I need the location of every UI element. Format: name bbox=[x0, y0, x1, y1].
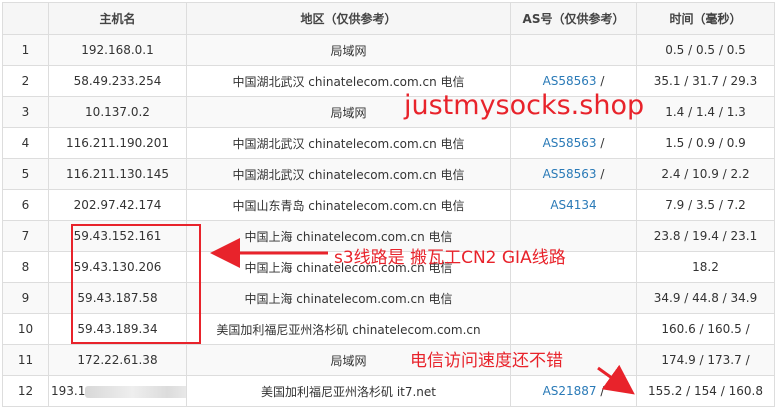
table-row: 12 193.1 美国加利福尼亚州洛杉矶 it7.net AS21887 / 1… bbox=[2, 375, 775, 407]
as-link[interactable]: AS21887 bbox=[543, 384, 597, 398]
hop-region: 中国湖北武汉 chinatelecom.com.cn 电信 bbox=[186, 158, 511, 190]
hop-host: 116.211.130.145 bbox=[48, 158, 187, 190]
traceroute-table: 主机名 地区（仅供参考） AS号（仅供参考） 时间（毫秒） 1 192.168.… bbox=[2, 2, 775, 407]
table-row: 6 202.97.42.174 中国山东青岛 chinatelecom.com.… bbox=[2, 189, 775, 221]
as-separator: / bbox=[596, 74, 605, 88]
hop-index: 3 bbox=[2, 96, 49, 128]
hop-time: 23.8 / 19.4 / 23.1 bbox=[636, 220, 775, 252]
hop-region: 局域网 bbox=[186, 34, 511, 66]
table-row: 1 192.168.0.1 局域网 0.5 / 0.5 / 0.5 bbox=[2, 34, 775, 66]
hop-host-visible: 193.1 bbox=[51, 384, 86, 398]
table-row: 5 116.211.130.145 中国湖北武汉 chinatelecom.co… bbox=[2, 158, 775, 190]
hop-host: 192.168.0.1 bbox=[48, 34, 187, 66]
hop-time: 1.5 / 0.9 / 0.9 bbox=[636, 127, 775, 159]
hop-index: 7 bbox=[2, 220, 49, 252]
highlight-box bbox=[71, 224, 201, 344]
hop-as bbox=[510, 282, 637, 314]
redacted-blur bbox=[85, 385, 186, 398]
hop-time: 1.4 / 1.4 / 1.3 bbox=[636, 96, 775, 128]
as-separator: / bbox=[596, 136, 605, 150]
header-index bbox=[2, 2, 49, 35]
table-header-row: 主机名 地区（仅供参考） AS号（仅供参考） 时间（毫秒） bbox=[2, 2, 775, 35]
hop-host: 172.22.61.38 bbox=[48, 344, 187, 376]
s3-annotation-text: s3线路是 搬瓦工CN2 GIA线路 bbox=[334, 248, 566, 268]
hop-time: 2.4 / 10.9 / 2.2 bbox=[636, 158, 775, 190]
hop-time: 155.2 / 154 / 160.8 bbox=[636, 375, 775, 407]
hop-index: 5 bbox=[2, 158, 49, 190]
hop-index: 2 bbox=[2, 65, 49, 97]
hop-index: 9 bbox=[2, 282, 49, 314]
hop-host: 116.211.190.201 bbox=[48, 127, 187, 159]
header-host: 主机名 bbox=[48, 2, 187, 35]
hop-region: 中国山东青岛 chinatelecom.com.cn 电信 bbox=[186, 189, 511, 221]
hop-time: 18.2 bbox=[636, 251, 775, 283]
hop-as: AS58563 / bbox=[510, 158, 637, 190]
hop-host: 193.1 bbox=[48, 375, 187, 407]
table-row: 4 116.211.190.201 中国湖北武汉 chinatelecom.co… bbox=[2, 127, 775, 159]
hop-time: 7.9 / 3.5 / 7.2 bbox=[636, 189, 775, 221]
hop-time: 35.1 / 31.7 / 29.3 bbox=[636, 65, 775, 97]
hop-region: 美国加利福尼亚州洛杉矶 it7.net bbox=[186, 375, 511, 407]
hop-index: 1 bbox=[2, 34, 49, 66]
hop-host: 202.97.42.174 bbox=[48, 189, 187, 221]
hop-region: 中国湖北武汉 chinatelecom.com.cn 电信 bbox=[186, 127, 511, 159]
hop-host: 58.49.233.254 bbox=[48, 65, 187, 97]
hop-as: AS21887 / bbox=[510, 375, 637, 407]
hop-index: 4 bbox=[2, 127, 49, 159]
as-link[interactable]: AS58563 bbox=[543, 167, 597, 181]
hop-as: AS4134 bbox=[510, 189, 637, 221]
hop-time: 160.6 / 160.5 / bbox=[636, 313, 775, 345]
hop-index: 11 bbox=[2, 344, 49, 376]
as-link[interactable]: AS4134 bbox=[550, 198, 596, 212]
speed-annotation-text: 电信访问速度还不错 bbox=[410, 351, 563, 371]
table-row: 3 10.137.0.2 局域网 1.4 / 1.4 / 1.3 bbox=[2, 96, 775, 128]
hop-host: 10.137.0.2 bbox=[48, 96, 187, 128]
header-region: 地区（仅供参考） bbox=[186, 2, 511, 35]
hop-as bbox=[510, 34, 637, 66]
hop-index: 12 bbox=[2, 375, 49, 407]
hop-as: AS58563 / bbox=[510, 127, 637, 159]
hop-time: 174.9 / 173.7 / bbox=[636, 344, 775, 376]
as-link[interactable]: AS58563 bbox=[543, 136, 597, 150]
hop-index: 6 bbox=[2, 189, 49, 221]
hop-time: 0.5 / 0.5 / 0.5 bbox=[636, 34, 775, 66]
table-row: 11 172.22.61.38 局域网 174.9 / 173.7 / bbox=[2, 344, 775, 376]
hop-index: 8 bbox=[2, 251, 49, 283]
watermark-text: justmysocks.shop bbox=[404, 90, 645, 121]
table-row: 2 58.49.233.254 中国湖北武汉 chinatelecom.com.… bbox=[2, 65, 775, 97]
as-link[interactable]: AS58563 bbox=[543, 74, 597, 88]
header-time: 时间（毫秒） bbox=[636, 2, 775, 35]
hop-index: 10 bbox=[2, 313, 49, 345]
hop-region: 美国加利福尼亚州洛杉矶 chinatelecom.com.cn bbox=[186, 313, 511, 345]
as-separator: / bbox=[596, 384, 605, 398]
header-as: AS号（仅供参考） bbox=[510, 2, 637, 35]
as-separator: / bbox=[596, 167, 605, 181]
hop-region: 中国上海 chinatelecom.com.cn 电信 bbox=[186, 282, 511, 314]
hop-time: 34.9 / 44.8 / 34.9 bbox=[636, 282, 775, 314]
hop-as bbox=[510, 313, 637, 345]
